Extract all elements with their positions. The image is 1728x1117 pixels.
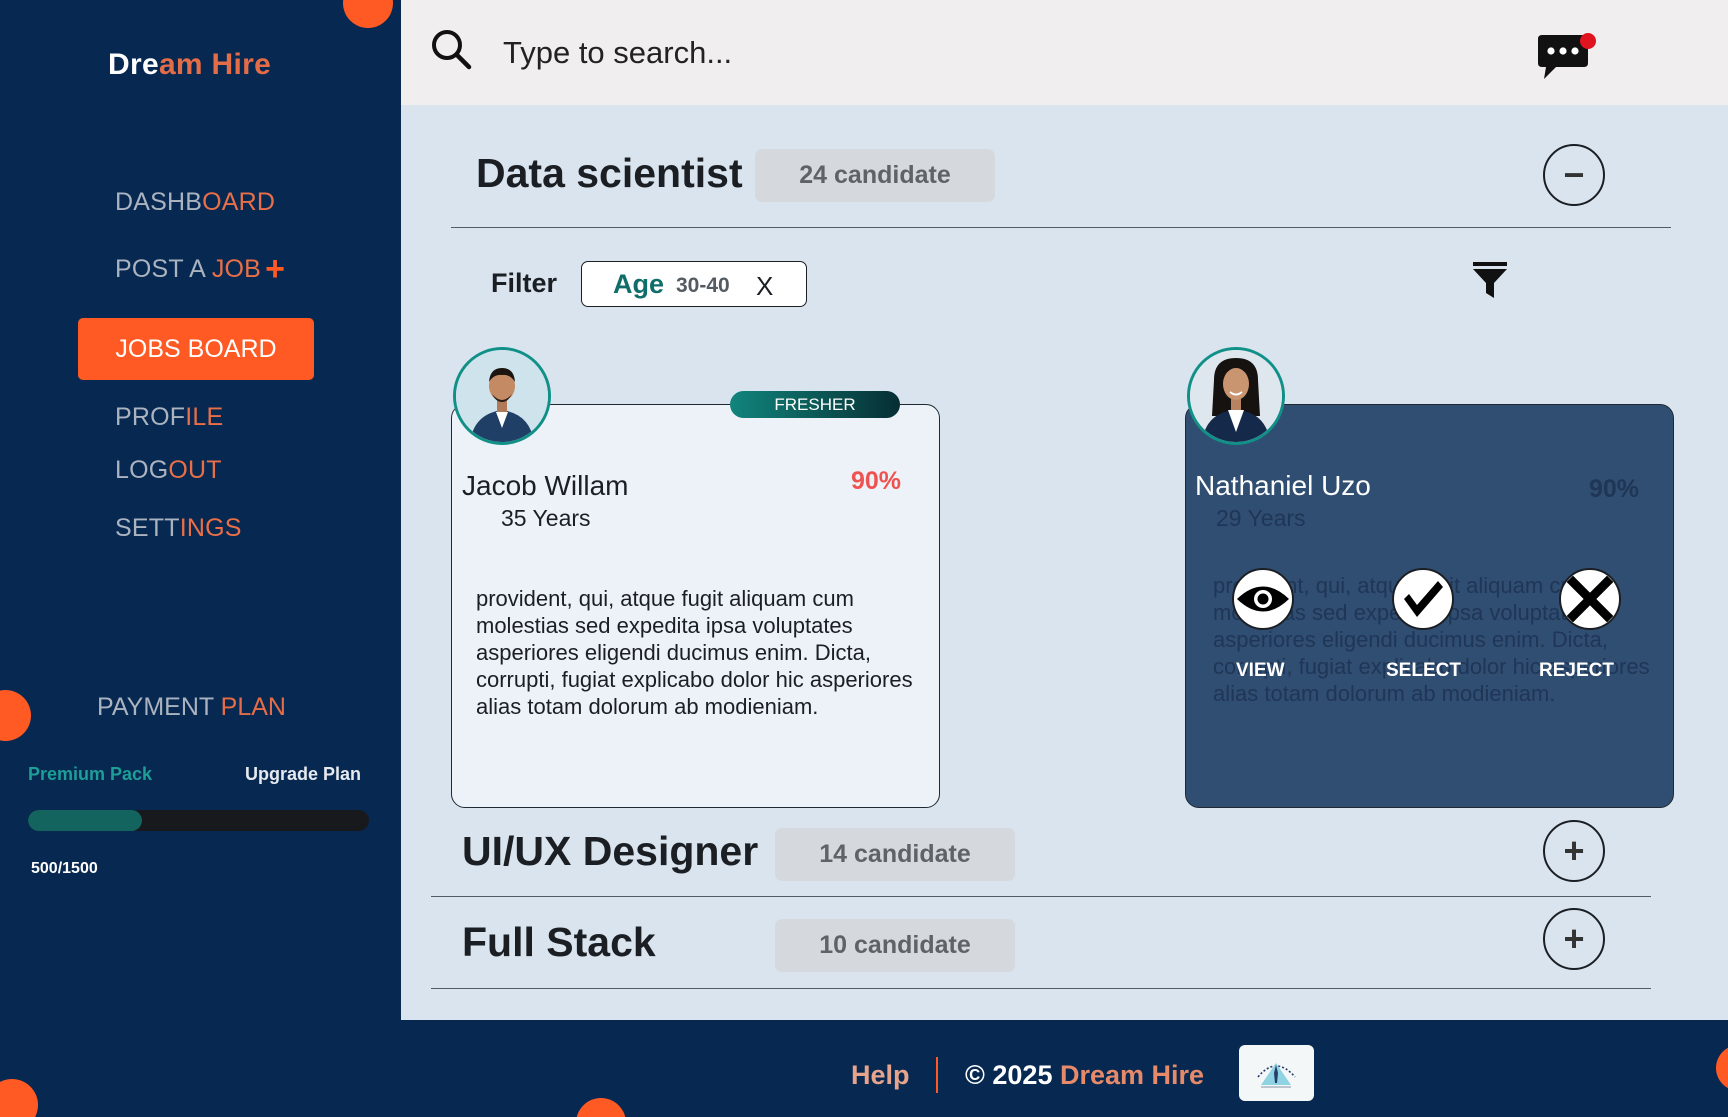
select-candidate-button[interactable] — [1392, 568, 1454, 630]
view-candidate-button[interactable] — [1232, 568, 1294, 630]
candidate-match-score: 90% — [1589, 475, 1640, 503]
candidate-age: 35 Years — [501, 505, 591, 531]
close-icon — [1567, 576, 1613, 622]
remove-filter-button[interactable]: X — [756, 271, 773, 302]
section-divider — [451, 227, 1671, 228]
candidate-count-badge: 14 candidate — [775, 828, 1015, 881]
upgrade-plan-link[interactable]: Upgrade Plan — [245, 764, 361, 785]
search-icon[interactable] — [430, 28, 472, 70]
nav-dashboard[interactable]: DASHBOARD — [115, 188, 275, 217]
decorative-circle — [0, 1079, 38, 1117]
copyright-prefix: © 2025 — [965, 1060, 1060, 1090]
nav-post-a-job[interactable]: POST A JOB + — [115, 250, 285, 289]
reject-label[interactable]: REJECT — [1539, 660, 1614, 682]
filter-chip-value: 30-40 — [676, 274, 730, 297]
nav-logout[interactable]: LOGOUT — [115, 456, 222, 485]
collapse-section-button[interactable]: − — [1543, 144, 1605, 206]
fresher-badge: FRESHER — [730, 391, 900, 418]
candidate-count-badge: 10 candidate — [775, 919, 1015, 972]
candidate-count-badge: 24 candidate — [755, 149, 995, 202]
copyright-brand: Dream Hire — [1059, 1060, 1205, 1090]
plan-usage-fill — [28, 810, 142, 831]
help-link[interactable]: Help — [851, 1060, 910, 1091]
expand-section-button[interactable]: + — [1543, 908, 1605, 970]
plan-usage-text: 500/1500 — [31, 860, 98, 877]
nav-profile[interactable]: PROFILE — [115, 403, 223, 432]
view-label[interactable]: VIEW — [1236, 660, 1285, 682]
plus-icon: + — [265, 250, 286, 288]
nav-label-part: ILE — [185, 403, 224, 431]
search-input[interactable] — [501, 28, 1105, 78]
sidebar: Dream Hire DASHBOARD POST A JOB + JOBS BO… — [0, 0, 401, 1117]
candidate-avatar — [453, 347, 551, 445]
nav-label-part: LOG — [115, 456, 169, 484]
nav-label-part: OUT — [168, 456, 222, 484]
candidate-name: Jacob Willam — [462, 470, 629, 501]
candidate-name: Nathaniel Uzo — [1195, 470, 1371, 501]
plan-usage-bar — [28, 810, 369, 831]
brand-text-part-1: Dre — [108, 48, 159, 81]
brand-logo[interactable]: Dream Hire — [108, 48, 271, 82]
eye-icon — [1237, 586, 1289, 612]
decorative-circle — [343, 0, 393, 28]
filter-label: Filter — [491, 268, 558, 298]
filter-chip-key: Age — [613, 269, 665, 299]
nav-label-part: JOB — [211, 255, 262, 283]
candidate-avatar — [1187, 347, 1285, 445]
checkmark-icon — [1404, 581, 1443, 617]
candidate-age: 29 Years — [1216, 505, 1306, 531]
candidate-match-score: 90% — [851, 467, 902, 495]
expand-section-button[interactable]: + — [1543, 820, 1605, 882]
nav-jobs-board[interactable]: JOBS BOARD — [78, 318, 314, 380]
payment-title-part: PLAN — [220, 693, 286, 721]
footer-divider — [936, 1057, 938, 1093]
payment-title-part: PAYMENT — [97, 693, 221, 721]
nav-settings[interactable]: SETTINGS — [115, 514, 242, 543]
notification-dot — [1580, 33, 1596, 49]
section-title-ui-ux-designer[interactable]: UI/UX Designer — [462, 828, 758, 875]
nav-label-part: PROF — [115, 403, 186, 431]
payment-plan-title: PAYMENT PLAN — [97, 693, 286, 722]
top-bar — [401, 0, 1728, 105]
section-title-full-stack[interactable]: Full Stack — [462, 919, 656, 966]
nav-label-part: DASHB — [115, 188, 203, 216]
footer: Help © 2025 Dream Hire — [0, 1020, 1728, 1117]
nav-label-part: POST A — [115, 255, 212, 283]
select-label[interactable]: SELECT — [1386, 660, 1461, 682]
decorative-circle — [0, 690, 31, 741]
nav-label-part: INGS — [179, 514, 242, 542]
section-divider — [431, 896, 1651, 897]
filter-chip-age[interactable]: Age 30-40 X — [581, 261, 807, 307]
section-title-data-scientist[interactable]: Data scientist — [476, 150, 743, 197]
brand-text-part-2: am Hire — [158, 48, 272, 81]
copyright-text: © 2025 Dream Hire — [965, 1060, 1204, 1091]
dream-hire-logo — [1239, 1045, 1314, 1101]
nav-label-part: SETT — [115, 514, 180, 542]
reject-candidate-button[interactable] — [1559, 568, 1621, 630]
nav-label-part: OARD — [202, 188, 276, 216]
decorative-circle — [576, 1098, 626, 1117]
section-divider — [431, 988, 1651, 989]
filter-funnel-icon[interactable] — [1473, 262, 1507, 300]
plan-name: Premium Pack — [28, 764, 153, 784]
candidate-bio: provident, qui, atque fugit aliquam cum … — [476, 586, 913, 719]
decorative-circle — [1716, 1045, 1728, 1091]
